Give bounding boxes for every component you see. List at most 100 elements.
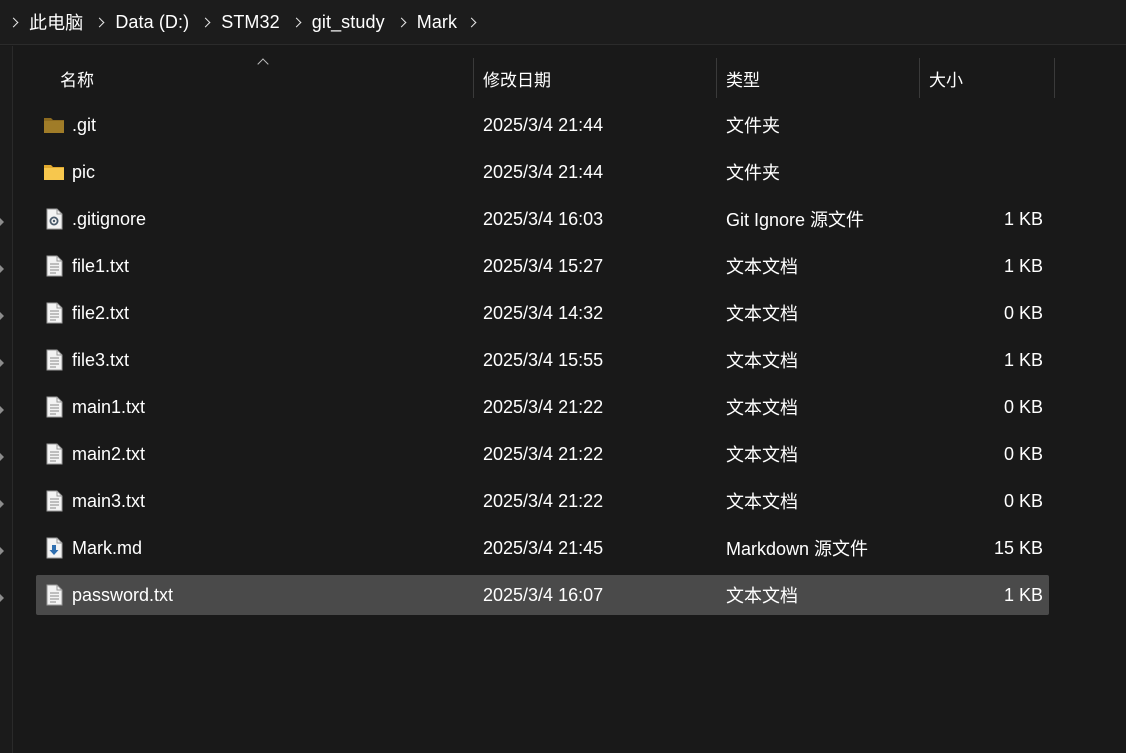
file-name[interactable]: password.txt — [72, 575, 173, 615]
column-divider[interactable] — [919, 58, 920, 98]
file-row[interactable]: Mark.md 2025/3/4 21:45 Markdown 源文件 15 K… — [36, 528, 1049, 568]
breadcrumb-label[interactable]: 此电脑 — [29, 9, 83, 35]
column-divider[interactable] — [473, 58, 474, 98]
expand-marker-icon[interactable] — [0, 547, 4, 555]
file-type: 文本文档 — [726, 586, 798, 606]
file-type: 文本文档 — [726, 445, 798, 465]
breadcrumb-item-stm32[interactable]: STM32 — [200, 12, 293, 33]
file-size: 1 KB — [1003, 208, 1043, 229]
breadcrumb: 此电脑 Data (D:) STM32 git_study Mark — [0, 0, 1126, 45]
file-size: 1 KB — [1003, 349, 1043, 370]
markdown-file-icon — [46, 537, 63, 559]
file-name[interactable]: main2.txt — [72, 434, 145, 474]
file-row[interactable]: file3.txt 2025/3/4 15:55 文本文档 1 KB — [36, 340, 1049, 380]
file-type: Markdown 源文件 — [726, 539, 869, 559]
file-name[interactable]: .git — [72, 105, 96, 145]
file-name[interactable]: file2.txt — [72, 293, 129, 333]
file-type: 文本文档 — [726, 398, 798, 418]
file-row-selected[interactable]: password.txt 2025/3/4 16:07 文本文档 1 KB — [36, 575, 1049, 615]
expand-marker-icon[interactable] — [0, 453, 4, 461]
column-header-label: 类型 — [726, 70, 760, 90]
breadcrumb-item-drive[interactable]: Data (D:) — [94, 12, 202, 33]
text-file-icon — [46, 443, 63, 465]
chevron-right-icon[interactable] — [94, 17, 105, 27]
file-date: 2025/3/4 21:22 — [483, 443, 604, 464]
column-header-label: 名称 — [60, 70, 94, 90]
file-date: 2025/3/4 21:44 — [483, 161, 604, 182]
file-row[interactable]: main2.txt 2025/3/4 21:22 文本文档 0 KB — [36, 434, 1049, 474]
file-size: 0 KB — [1003, 302, 1043, 323]
file-size: 0 KB — [1003, 490, 1043, 511]
file-date: 2025/3/4 16:07 — [483, 584, 604, 605]
column-header-name[interactable]: 名称 — [60, 58, 94, 98]
file-date: 2025/3/4 21:44 — [483, 114, 604, 135]
file-type: 文本文档 — [726, 257, 798, 277]
expand-marker-icon[interactable] — [0, 265, 4, 273]
column-header-label: 修改日期 — [483, 70, 551, 90]
column-divider[interactable] — [1054, 58, 1055, 98]
text-file-icon — [46, 396, 63, 418]
file-date: 2025/3/4 21:22 — [483, 396, 604, 417]
chevron-right-icon[interactable] — [396, 17, 407, 27]
text-file-icon — [46, 490, 63, 512]
file-list: .git 2025/3/4 21:44 文件夹 pic 2025/3/4 21:… — [36, 105, 1049, 622]
text-file-icon — [46, 584, 63, 606]
file-date: 2025/3/4 16:03 — [483, 208, 604, 229]
expand-marker-icon[interactable] — [0, 218, 4, 226]
breadcrumb-item-git-study[interactable]: git_study — [291, 12, 398, 33]
expand-marker-icon[interactable] — [0, 359, 4, 367]
file-date: 2025/3/4 14:32 — [483, 302, 604, 323]
file-row[interactable]: file2.txt 2025/3/4 14:32 文本文档 0 KB — [36, 293, 1049, 333]
breadcrumb-label[interactable]: Mark — [417, 12, 457, 33]
file-date: 2025/3/4 15:55 — [483, 349, 604, 370]
breadcrumb-label[interactable]: git_study — [312, 12, 385, 33]
column-header-type[interactable]: 类型 — [726, 58, 760, 98]
file-size: 15 KB — [993, 537, 1043, 558]
navigation-pane-edge — [0, 46, 13, 753]
folder-icon — [44, 118, 64, 133]
file-type: Git Ignore 源文件 — [726, 210, 865, 230]
text-file-icon — [46, 302, 63, 324]
file-type: 文件夹 — [726, 163, 780, 183]
breadcrumb-label[interactable]: STM32 — [221, 12, 280, 33]
file-date: 2025/3/4 21:45 — [483, 537, 604, 558]
breadcrumb-label[interactable]: Data (D:) — [115, 12, 189, 33]
file-row[interactable]: .git 2025/3/4 21:44 文件夹 — [36, 105, 1049, 145]
text-file-icon — [46, 349, 63, 371]
chevron-right-icon[interactable] — [291, 17, 302, 27]
breadcrumb-item-this-pc[interactable]: 此电脑 — [8, 9, 96, 35]
expand-marker-icon[interactable] — [0, 406, 4, 414]
expand-marker-icon[interactable] — [0, 500, 4, 508]
gear-file-icon — [46, 208, 63, 230]
file-row[interactable]: main3.txt 2025/3/4 21:22 文本文档 0 KB — [36, 481, 1049, 521]
expand-marker-icon[interactable] — [0, 312, 4, 320]
chevron-right-icon[interactable] — [8, 17, 19, 27]
file-name[interactable]: pic — [72, 152, 95, 192]
file-name[interactable]: main3.txt — [72, 481, 145, 521]
column-header-date[interactable]: 修改日期 — [483, 58, 551, 98]
file-size: 1 KB — [1003, 255, 1043, 276]
breadcrumb-item-mark[interactable]: Mark — [396, 12, 470, 33]
file-name[interactable]: file3.txt — [72, 340, 129, 380]
file-name[interactable]: main1.txt — [72, 387, 145, 427]
file-row[interactable]: file1.txt 2025/3/4 15:27 文本文档 1 KB — [36, 246, 1049, 286]
file-name[interactable]: Mark.md — [72, 528, 142, 568]
file-date: 2025/3/4 15:27 — [483, 255, 604, 276]
column-header-label: 大小 — [929, 70, 963, 90]
column-header-size[interactable]: 大小 — [929, 58, 963, 98]
file-date: 2025/3/4 21:22 — [483, 490, 604, 511]
file-type: 文件夹 — [726, 116, 780, 136]
file-size: 0 KB — [1003, 443, 1043, 464]
file-row[interactable]: pic 2025/3/4 21:44 文件夹 — [36, 152, 1049, 192]
column-divider[interactable] — [716, 58, 717, 98]
file-name[interactable]: .gitignore — [72, 199, 146, 239]
file-size: 1 KB — [1003, 584, 1043, 605]
folder-icon — [44, 165, 64, 180]
sort-ascending-icon — [257, 58, 269, 70]
file-row[interactable]: main1.txt 2025/3/4 21:22 文本文档 0 KB — [36, 387, 1049, 427]
chevron-right-icon[interactable] — [200, 17, 211, 27]
column-header-row: 名称 修改日期 类型 大小 — [36, 58, 1056, 98]
expand-marker-icon[interactable] — [0, 594, 4, 602]
file-row[interactable]: .gitignore 2025/3/4 16:03 Git Ignore 源文件… — [36, 199, 1049, 239]
file-name[interactable]: file1.txt — [72, 246, 129, 286]
